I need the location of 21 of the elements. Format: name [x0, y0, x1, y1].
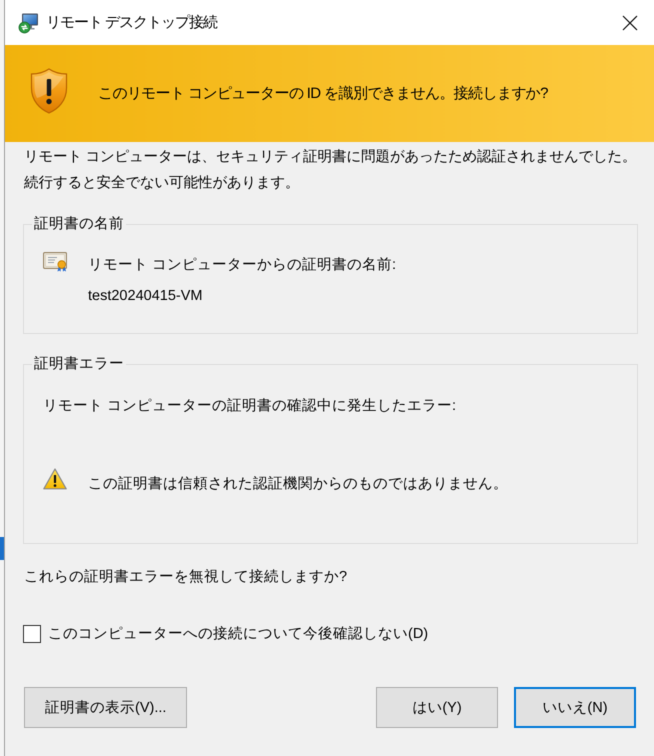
description-line: リモート コンピューターは、セキュリティ証明書に問題があったため認証されませんでした。 [24, 148, 637, 167]
window-title: リモート デスクトップ接続 [46, 13, 218, 32]
warning-icon [43, 468, 67, 490]
description-line: 続行すると安全でない可能性があります。 [24, 174, 300, 193]
dialog-button[interactable]: いいえ(N) [514, 687, 636, 728]
banner-message: このリモート コンピューターの ID を識別できません。接続しますか? [98, 84, 548, 103]
certificate-name-label: リモート コンピューターからの証明書の名前: [88, 256, 396, 275]
shield-warning-icon [30, 68, 68, 114]
certificate-name-value: test20240415-VM [88, 287, 202, 306]
group-title: 証明書の名前 [33, 215, 125, 234]
error-intro-text: リモート コンピューターの証明書の確認中に発生したエラー: [43, 397, 456, 416]
dialog-button[interactable]: 証明書の表示(V)... [24, 687, 188, 728]
close-icon [622, 14, 638, 30]
group-title: 証明書エラー [33, 355, 125, 374]
error-message: この証明書は信頼された認証機関からのものではありません。 [88, 475, 508, 494]
checkbox-label[interactable]: このコンピューターへの接続について今後確認しない(D) [48, 621, 428, 647]
question-text: これらの証明書エラーを無視して接続しますか? [24, 568, 348, 587]
checkbox[interactable] [23, 625, 41, 643]
monitor-icon [18, 12, 40, 34]
dialog-button[interactable]: はい(Y) [376, 687, 498, 728]
certificate-icon [43, 252, 67, 272]
